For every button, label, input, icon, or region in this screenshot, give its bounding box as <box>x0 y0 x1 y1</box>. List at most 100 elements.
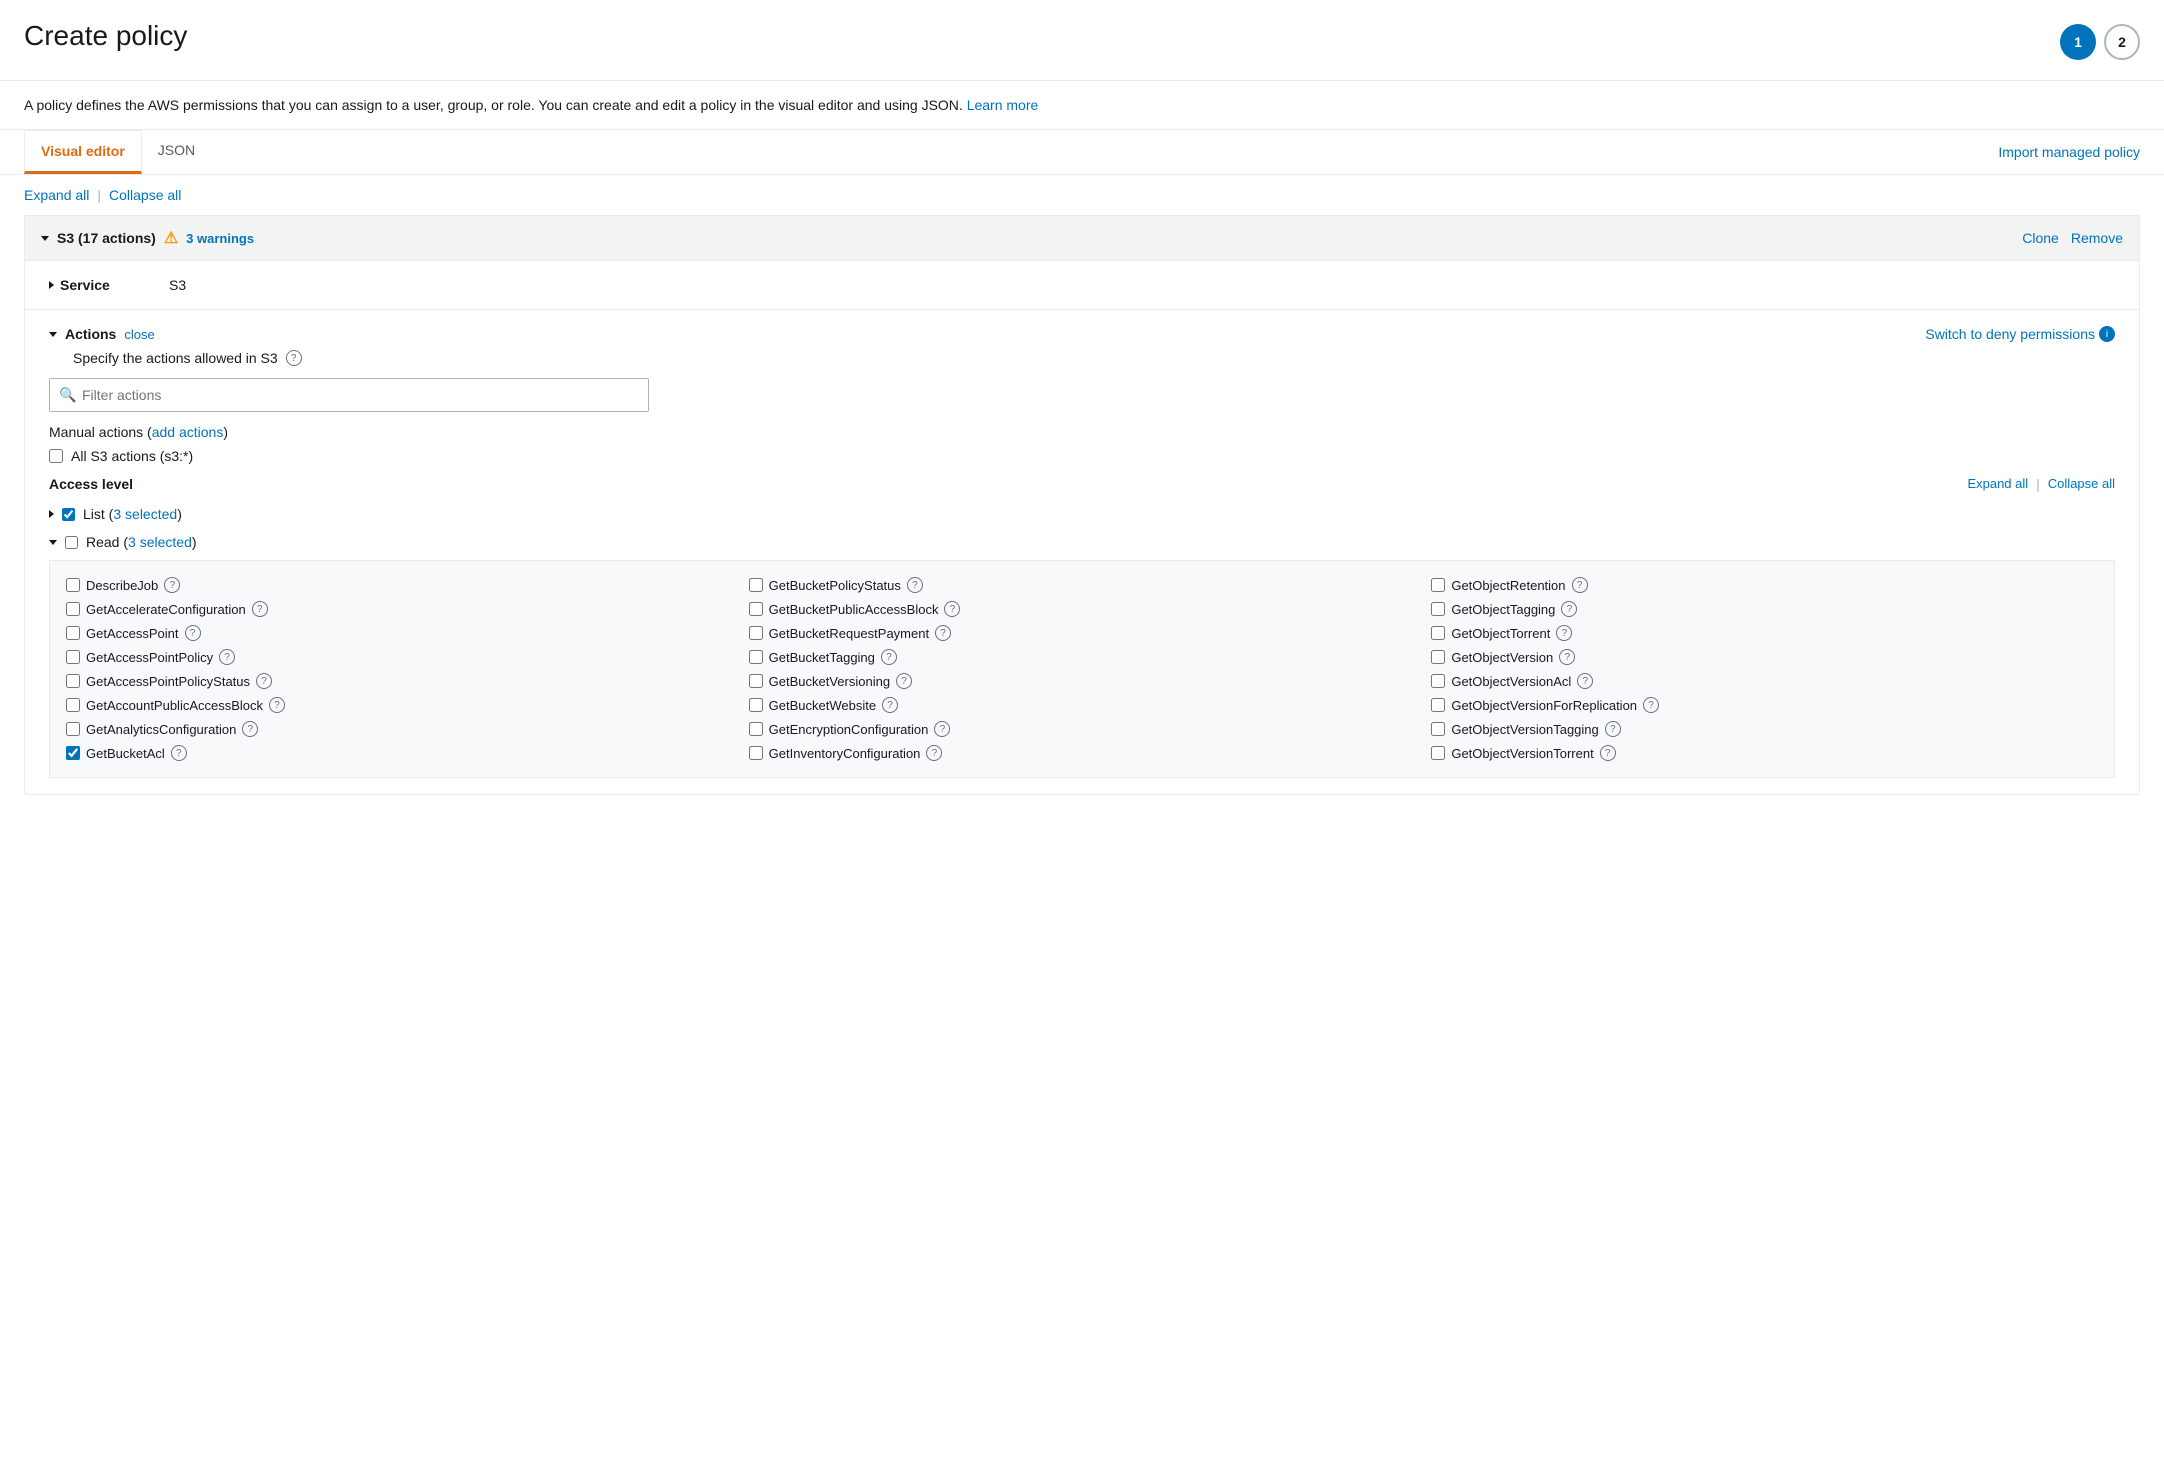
access-level-header: Access level Expand all | Collapse all <box>49 476 2115 492</box>
get-account-public-access-info[interactable]: ? <box>269 697 285 713</box>
get-object-retention-info[interactable]: ? <box>1572 577 1588 593</box>
get-access-point-policy-info[interactable]: ? <box>219 649 235 665</box>
get-object-version-torrent-checkbox[interactable] <box>1431 746 1445 760</box>
policy-block-actions: Clone Remove <box>2022 230 2123 246</box>
get-access-point-info[interactable]: ? <box>185 625 201 641</box>
get-object-version-info[interactable]: ? <box>1559 649 1575 665</box>
service-expand-icon[interactable] <box>49 281 54 289</box>
tab-json[interactable]: JSON <box>142 130 211 174</box>
get-inventory-info[interactable]: ? <box>926 745 942 761</box>
list-selected-link[interactable]: 3 selected <box>113 506 177 522</box>
get-bucket-request-payment-checkbox[interactable] <box>749 626 763 640</box>
service-section: Service S3 <box>25 261 2139 310</box>
get-object-retention-checkbox[interactable] <box>1431 578 1445 592</box>
action-item-get-object-version-acl: GetObjectVersionAcl ? <box>1431 669 2098 693</box>
list-checkbox[interactable] <box>62 508 75 521</box>
action-grid-row-4: GetAccessPointPolicy ? GetBucketTagging … <box>66 645 2098 669</box>
get-object-tagging-info[interactable]: ? <box>1561 601 1577 617</box>
tab-visual-editor[interactable]: Visual editor <box>24 130 142 174</box>
describe-job-info[interactable]: ? <box>164 577 180 593</box>
describe-job-label: DescribeJob <box>86 578 158 593</box>
action-item-get-object-retention: GetObjectRetention ? <box>1431 573 2098 597</box>
actions-collapse-icon[interactable] <box>49 332 57 337</box>
import-managed-policy-link[interactable]: Import managed policy <box>1998 144 2140 160</box>
get-analytics-checkbox[interactable] <box>66 722 80 736</box>
action-item-get-encryption: GetEncryptionConfiguration ? <box>749 717 1416 741</box>
get-object-torrent-info[interactable]: ? <box>1556 625 1572 641</box>
get-bucket-versioning-info[interactable]: ? <box>896 673 912 689</box>
actions-close-link[interactable]: close <box>124 327 154 342</box>
all-s3-actions-checkbox[interactable] <box>49 449 63 463</box>
get-bucket-policy-status-checkbox[interactable] <box>749 578 763 592</box>
step-1[interactable]: 1 <box>2060 24 2096 60</box>
get-object-tagging-label: GetObjectTagging <box>1451 602 1555 617</box>
get-encryption-checkbox[interactable] <box>749 722 763 736</box>
get-bucket-request-payment-label: GetBucketRequestPayment <box>769 626 929 641</box>
get-object-version-for-replication-checkbox[interactable] <box>1431 698 1445 712</box>
get-object-version-checkbox[interactable] <box>1431 650 1445 664</box>
get-bucket-public-access-info[interactable]: ? <box>944 601 960 617</box>
get-bucket-acl-checkbox[interactable] <box>66 746 80 760</box>
get-object-tagging-checkbox[interactable] <box>1431 602 1445 616</box>
get-object-version-tagging-info[interactable]: ? <box>1605 721 1621 737</box>
read-selected-link[interactable]: 3 selected <box>128 534 192 550</box>
get-access-point-policy-status-info[interactable]: ? <box>256 673 272 689</box>
read-checkbox[interactable] <box>65 536 78 549</box>
get-bucket-website-checkbox[interactable] <box>749 698 763 712</box>
get-bucket-tagging-checkbox[interactable] <box>749 650 763 664</box>
get-analytics-info[interactable]: ? <box>242 721 258 737</box>
get-bucket-policy-status-info[interactable]: ? <box>907 577 923 593</box>
switch-deny-info-icon[interactable]: i <box>2099 326 2115 342</box>
get-access-point-checkbox[interactable] <box>66 626 80 640</box>
add-actions-link[interactable]: add actions <box>152 424 224 440</box>
get-object-version-for-replication-info[interactable]: ? <box>1643 697 1659 713</box>
get-bucket-tagging-label: GetBucketTagging <box>769 650 875 665</box>
collapse-all-link[interactable]: Collapse all <box>109 187 181 203</box>
get-bucket-versioning-checkbox[interactable] <box>749 674 763 688</box>
filter-actions-input[interactable] <box>49 378 649 412</box>
action-item-get-accelerate: GetAccelerateConfiguration ? <box>66 597 733 621</box>
action-grid: DescribeJob ? GetBucketPolicyStatus ? Ge… <box>49 560 2115 778</box>
get-accelerate-checkbox[interactable] <box>66 602 80 616</box>
get-object-version-tagging-checkbox[interactable] <box>1431 722 1445 736</box>
get-bucket-public-access-label: GetBucketPublicAccessBlock <box>769 602 939 617</box>
learn-more-link[interactable]: Learn more <box>967 97 1039 113</box>
get-access-point-policy-status-label: GetAccessPointPolicyStatus <box>86 674 250 689</box>
get-access-point-policy-checkbox[interactable] <box>66 650 80 664</box>
clone-button[interactable]: Clone <box>2022 230 2059 246</box>
get-encryption-info[interactable]: ? <box>934 721 950 737</box>
action-grid-row-6: GetAccountPublicAccessBlock ? GetBucketW… <box>66 693 2098 717</box>
access-level-expand-all[interactable]: Expand all <box>1967 476 2028 492</box>
get-accelerate-info[interactable]: ? <box>252 601 268 617</box>
get-inventory-checkbox[interactable] <box>749 746 763 760</box>
get-access-point-policy-status-checkbox[interactable] <box>66 674 80 688</box>
switch-deny-link[interactable]: Switch to deny permissions i <box>1925 326 2115 342</box>
expand-collapse-bar: Expand all | Collapse all <box>0 175 2164 215</box>
get-bucket-tagging-info[interactable]: ? <box>881 649 897 665</box>
expand-all-link[interactable]: Expand all <box>24 187 89 203</box>
remove-button[interactable]: Remove <box>2071 230 2123 246</box>
read-expand-icon[interactable] <box>49 540 57 545</box>
actions-info-icon[interactable]: ? <box>286 350 302 366</box>
collapse-arrow-icon[interactable] <box>41 236 49 241</box>
get-object-version-label: GetObjectVersion <box>1451 650 1553 665</box>
access-level-collapse-all[interactable]: Collapse all <box>2048 476 2115 492</box>
get-account-public-access-checkbox[interactable] <box>66 698 80 712</box>
get-bucket-request-payment-info[interactable]: ? <box>935 625 951 641</box>
separator: | <box>97 187 101 203</box>
warnings-link[interactable]: 3 warnings <box>186 231 254 246</box>
action-item-get-object-tagging: GetObjectTagging ? <box>1431 597 2098 621</box>
get-object-version-torrent-info[interactable]: ? <box>1600 745 1616 761</box>
get-bucket-website-info[interactable]: ? <box>882 697 898 713</box>
get-object-version-acl-checkbox[interactable] <box>1431 674 1445 688</box>
get-bucket-acl-info[interactable]: ? <box>171 745 187 761</box>
get-object-torrent-checkbox[interactable] <box>1431 626 1445 640</box>
policy-block-title: S3 (17 actions) ⚠ 3 warnings <box>41 228 2014 248</box>
get-object-version-acl-info[interactable]: ? <box>1577 673 1593 689</box>
list-expand-icon[interactable] <box>49 510 54 518</box>
step-2[interactable]: 2 <box>2104 24 2140 60</box>
get-bucket-public-access-checkbox[interactable] <box>749 602 763 616</box>
get-access-point-label: GetAccessPoint <box>86 626 179 641</box>
page-header: Create policy <box>0 0 2164 81</box>
describe-job-checkbox[interactable] <box>66 578 80 592</box>
